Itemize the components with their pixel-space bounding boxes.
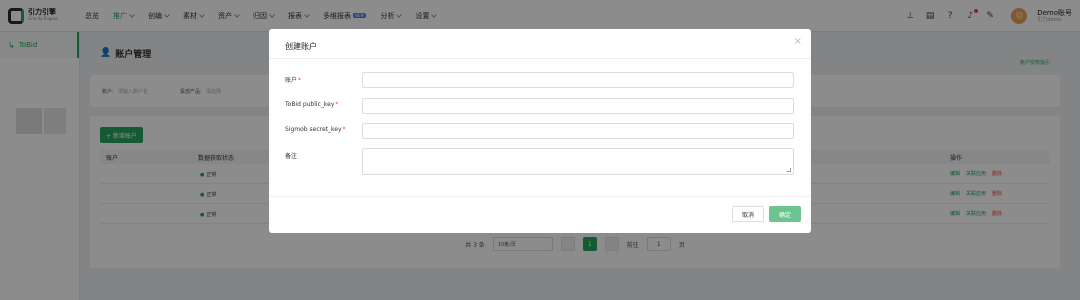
field-label: 账户* xyxy=(285,75,301,84)
field-label-text: ToBid public_key xyxy=(285,101,335,108)
account-input[interactable] xyxy=(362,72,794,88)
create-account-dialog: 创建账户 × 账户* ToBid public_key* Sigmob secr… xyxy=(269,29,811,233)
field-label: ToBid public_key* xyxy=(285,101,338,108)
field-label: Sigmob secret_key* xyxy=(285,126,346,133)
field-label-text: 备注 xyxy=(285,153,298,160)
close-icon[interactable]: × xyxy=(794,36,802,47)
public-key-input[interactable] xyxy=(362,98,794,114)
remark-textarea[interactable] xyxy=(362,148,794,175)
resize-handle-icon[interactable] xyxy=(787,168,791,172)
field-label-text: 账户 xyxy=(285,77,298,84)
divider xyxy=(269,58,811,59)
secret-key-input[interactable] xyxy=(362,123,794,139)
required-mark: * xyxy=(298,77,302,84)
required-mark: * xyxy=(335,101,339,108)
field-label: 备注 xyxy=(285,151,297,160)
divider xyxy=(269,196,811,197)
cancel-button[interactable]: 取消 xyxy=(732,206,764,222)
confirm-button[interactable]: 确定 xyxy=(769,206,801,222)
field-label-text: Sigmob secret_key xyxy=(285,126,342,133)
dialog-title: 创建账户 xyxy=(285,42,317,51)
required-mark: * xyxy=(342,126,346,133)
